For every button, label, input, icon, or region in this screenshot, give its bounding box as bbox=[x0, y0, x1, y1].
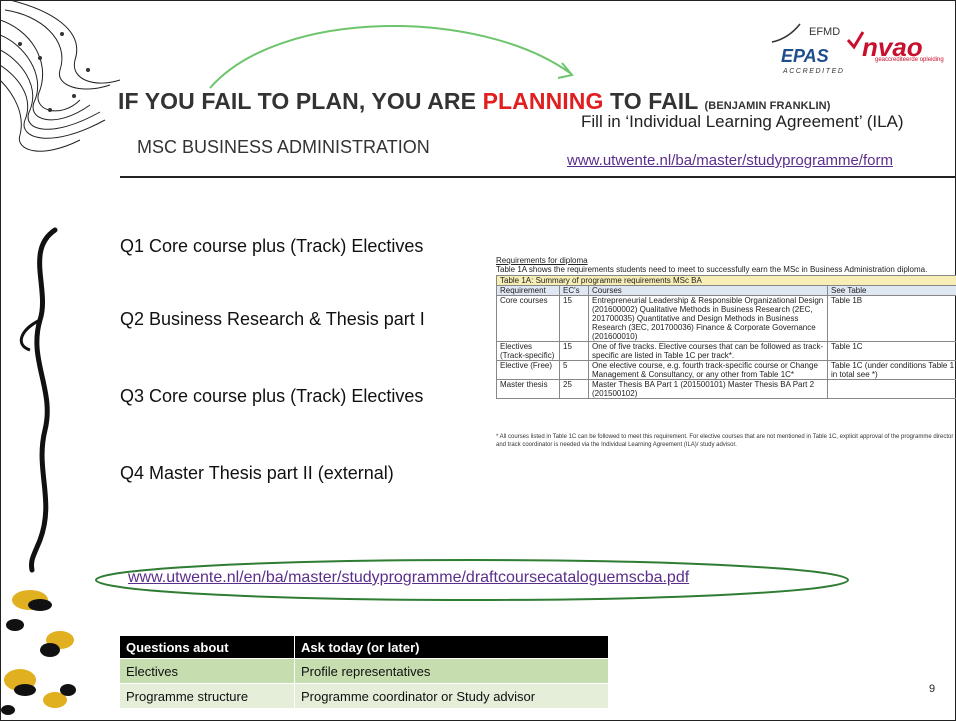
ila-instruction: Fill in ‘Individual Learning Agreement’ … bbox=[581, 112, 904, 131]
title-attribution: (BENJAMIN FRANKLIN) bbox=[704, 100, 831, 112]
page-number: 9 bbox=[929, 683, 936, 695]
req-header-cell: Requirement bbox=[496, 285, 560, 296]
req-row: Electives (Track-specific) 15 One of fiv… bbox=[496, 341, 956, 361]
req-cell: 15 bbox=[559, 341, 589, 361]
req-cell: 25 bbox=[559, 379, 589, 399]
title-highlight: PLANNING bbox=[482, 88, 604, 114]
req-cell: Master thesis bbox=[496, 379, 560, 399]
table-row: Programme structure Programme coordinato… bbox=[120, 683, 609, 708]
req-cell: Core courses bbox=[496, 295, 560, 342]
req-cell: Table 1C bbox=[827, 341, 956, 361]
req-row: Core courses 15 Entrepreneurial Leadersh… bbox=[496, 295, 956, 342]
header-divider bbox=[120, 176, 956, 178]
course-catalogue-link[interactable]: www.utwente.nl/en/ba/master/studyprogram… bbox=[128, 569, 689, 587]
nvao-tagline: geaccrediteerde opleiding bbox=[875, 57, 944, 63]
quarter-2: Q2 Business Research & Thesis part I bbox=[120, 309, 425, 329]
planning-arc-arrow bbox=[209, 24, 574, 89]
quarter-4: Q4 Master Thesis part II (external) bbox=[120, 463, 394, 483]
requirements-table: Table 1A: Summary of programme requireme… bbox=[496, 275, 956, 399]
req-cell: Electives (Track-specific) bbox=[496, 341, 560, 361]
table-cell: Profile representatives bbox=[294, 658, 609, 684]
req-cell: Master Thesis BA Part 1 (201500101) Mast… bbox=[588, 379, 828, 399]
req-cell: Elective (Free) bbox=[496, 360, 560, 380]
ila-form-link[interactable]: www.utwente.nl/ba/master/studyprogramme/… bbox=[567, 152, 893, 169]
questions-table: Questions about Ask today (or later) Ele… bbox=[120, 636, 609, 708]
requirements-intro: Table 1A shows the requirements students… bbox=[496, 265, 928, 274]
requirements-caption: Table 1A: Summary of programme requireme… bbox=[496, 275, 956, 286]
req-row: Elective (Free) 5 One elective course, e… bbox=[496, 360, 956, 380]
req-cell: One elective course, e.g. fourth track-s… bbox=[588, 360, 828, 380]
req-cell: One of five tracks. Elective courses tha… bbox=[588, 341, 828, 361]
req-header-cell: See Table bbox=[827, 285, 956, 296]
efmd-logo-text: EFMD bbox=[809, 26, 841, 38]
accredited-label: ACCREDITED bbox=[783, 68, 845, 75]
questions-header-cell: Questions about bbox=[120, 636, 295, 659]
req-cell: Table 1C (under conditions Table 1 in to… bbox=[827, 360, 956, 380]
subtitle: MSC BUSINESS ADMINISTRATION bbox=[137, 137, 430, 157]
req-cell: Table 1B bbox=[827, 295, 956, 342]
requirements-footnote: * All courses listed in Table 1C can be … bbox=[496, 434, 954, 448]
req-row: Master thesis 25 Master Thesis BA Part 1… bbox=[496, 379, 956, 399]
req-header-cell: Courses bbox=[588, 285, 828, 296]
slide-title: IF YOU FAIL TO PLAN, YOU ARE PLANNING TO… bbox=[0, 88, 956, 115]
quarter-1: Q1 Core course plus (Track) Electives bbox=[120, 236, 424, 256]
table-cell: Programme structure bbox=[120, 683, 295, 708]
table-cell: Programme coordinator or Study advisor bbox=[294, 683, 609, 708]
title-part-2: TO FAIL bbox=[603, 88, 705, 114]
table-row: Electives Profile representatives bbox=[120, 658, 609, 684]
req-cell: 5 bbox=[559, 360, 589, 380]
epas-logo: EPAS bbox=[781, 46, 829, 66]
table-cell: Electives bbox=[120, 658, 295, 684]
req-header-cell: EC's bbox=[559, 285, 589, 296]
quarter-3: Q3 Core course plus (Track) Electives bbox=[120, 386, 424, 406]
req-cell: 15 bbox=[559, 295, 589, 342]
requirements-table-image: Requirements for diploma Table 1A shows … bbox=[496, 256, 956, 426]
requirements-heading: Requirements for diploma bbox=[496, 256, 588, 265]
req-cell: Entrepreneurial Leadership & Responsible… bbox=[588, 295, 828, 342]
title-part-1: IF YOU FAIL TO PLAN, YOU ARE bbox=[118, 88, 483, 114]
questions-header-cell: Ask today (or later) bbox=[294, 636, 609, 659]
req-cell bbox=[827, 379, 956, 399]
